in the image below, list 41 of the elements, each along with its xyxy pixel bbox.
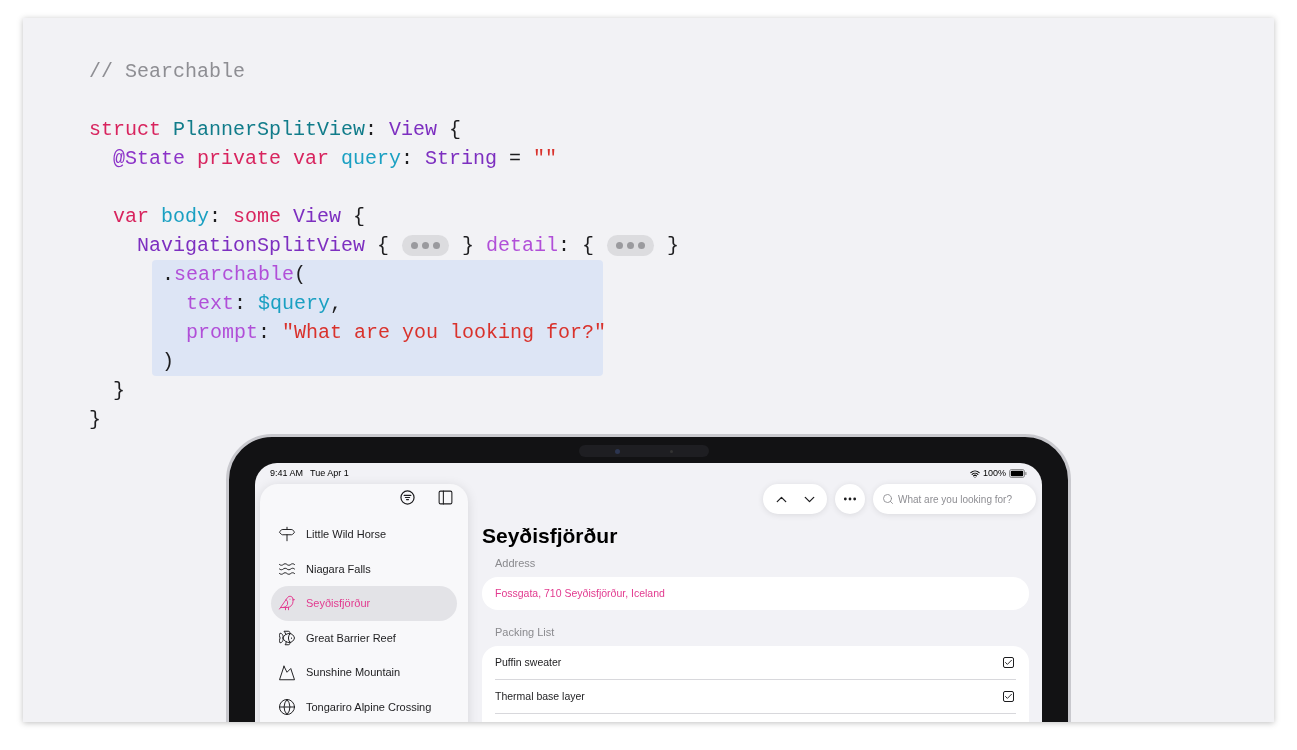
sidebar-item[interactable]: Niagara Falls bbox=[271, 551, 457, 587]
section-header: Address bbox=[494, 556, 537, 571]
filter-icon[interactable] bbox=[400, 489, 415, 505]
section-header: Packing List bbox=[494, 625, 556, 640]
bird-icon bbox=[278, 594, 296, 613]
code-line: // Searchable bbox=[89, 59, 246, 85]
detail-title: Seyðisfjörður bbox=[482, 523, 619, 549]
status-time: 9:41 AM bbox=[270, 466, 304, 480]
code-line: .searchable( bbox=[162, 262, 307, 288]
code-line: NavigationSplitView { bbox=[136, 233, 391, 259]
search-input[interactable]: What are you looking for? bbox=[898, 491, 1033, 507]
code-line: } bbox=[112, 378, 125, 404]
battery-percentage: 100% bbox=[982, 466, 1006, 480]
wifi-icon bbox=[969, 468, 980, 479]
checkbox[interactable] bbox=[1003, 691, 1014, 702]
packing-item: Puffin sweater bbox=[495, 654, 562, 670]
code-line: } detail: { bbox=[461, 233, 596, 259]
code-line: struct PlannerSplitView: View { bbox=[89, 117, 462, 143]
globe-icon bbox=[278, 698, 296, 717]
code-line: ) bbox=[162, 349, 174, 375]
signpost-icon bbox=[278, 525, 296, 544]
sidebar-item[interactable]: Great Barrier Reef bbox=[271, 620, 457, 656]
code-line: } bbox=[89, 407, 101, 433]
code-line: text: $query, bbox=[185, 291, 343, 317]
code-line: prompt: "What are you looking for?" bbox=[185, 320, 607, 346]
packing-item: Thermal base layer bbox=[495, 688, 585, 704]
mountain-icon bbox=[278, 663, 296, 682]
search-icon bbox=[882, 493, 894, 505]
fish-icon bbox=[278, 629, 296, 648]
sidebar-toggle-icon[interactable] bbox=[437, 488, 454, 506]
code-line: var body: some View { bbox=[112, 204, 366, 230]
code-line: } bbox=[666, 233, 680, 259]
sidebar-item[interactable]: Little Wild Horse bbox=[271, 517, 457, 552]
sidebar-item[interactable]: Tongariro Alpine Crossing bbox=[271, 689, 457, 722]
battery-icon bbox=[1009, 469, 1027, 478]
search-field[interactable]: What are you looking for? bbox=[873, 484, 1036, 514]
status-date: Tue Apr 1 bbox=[310, 466, 349, 480]
checkbox[interactable] bbox=[1003, 657, 1014, 668]
address-text[interactable]: Fossgata, 710 Seyðisfjörður, Iceland bbox=[495, 585, 665, 602]
code-line: @State private var query: String = "" bbox=[112, 146, 558, 172]
sidebar-item[interactable]: Sunshine Mountain bbox=[271, 655, 457, 690]
